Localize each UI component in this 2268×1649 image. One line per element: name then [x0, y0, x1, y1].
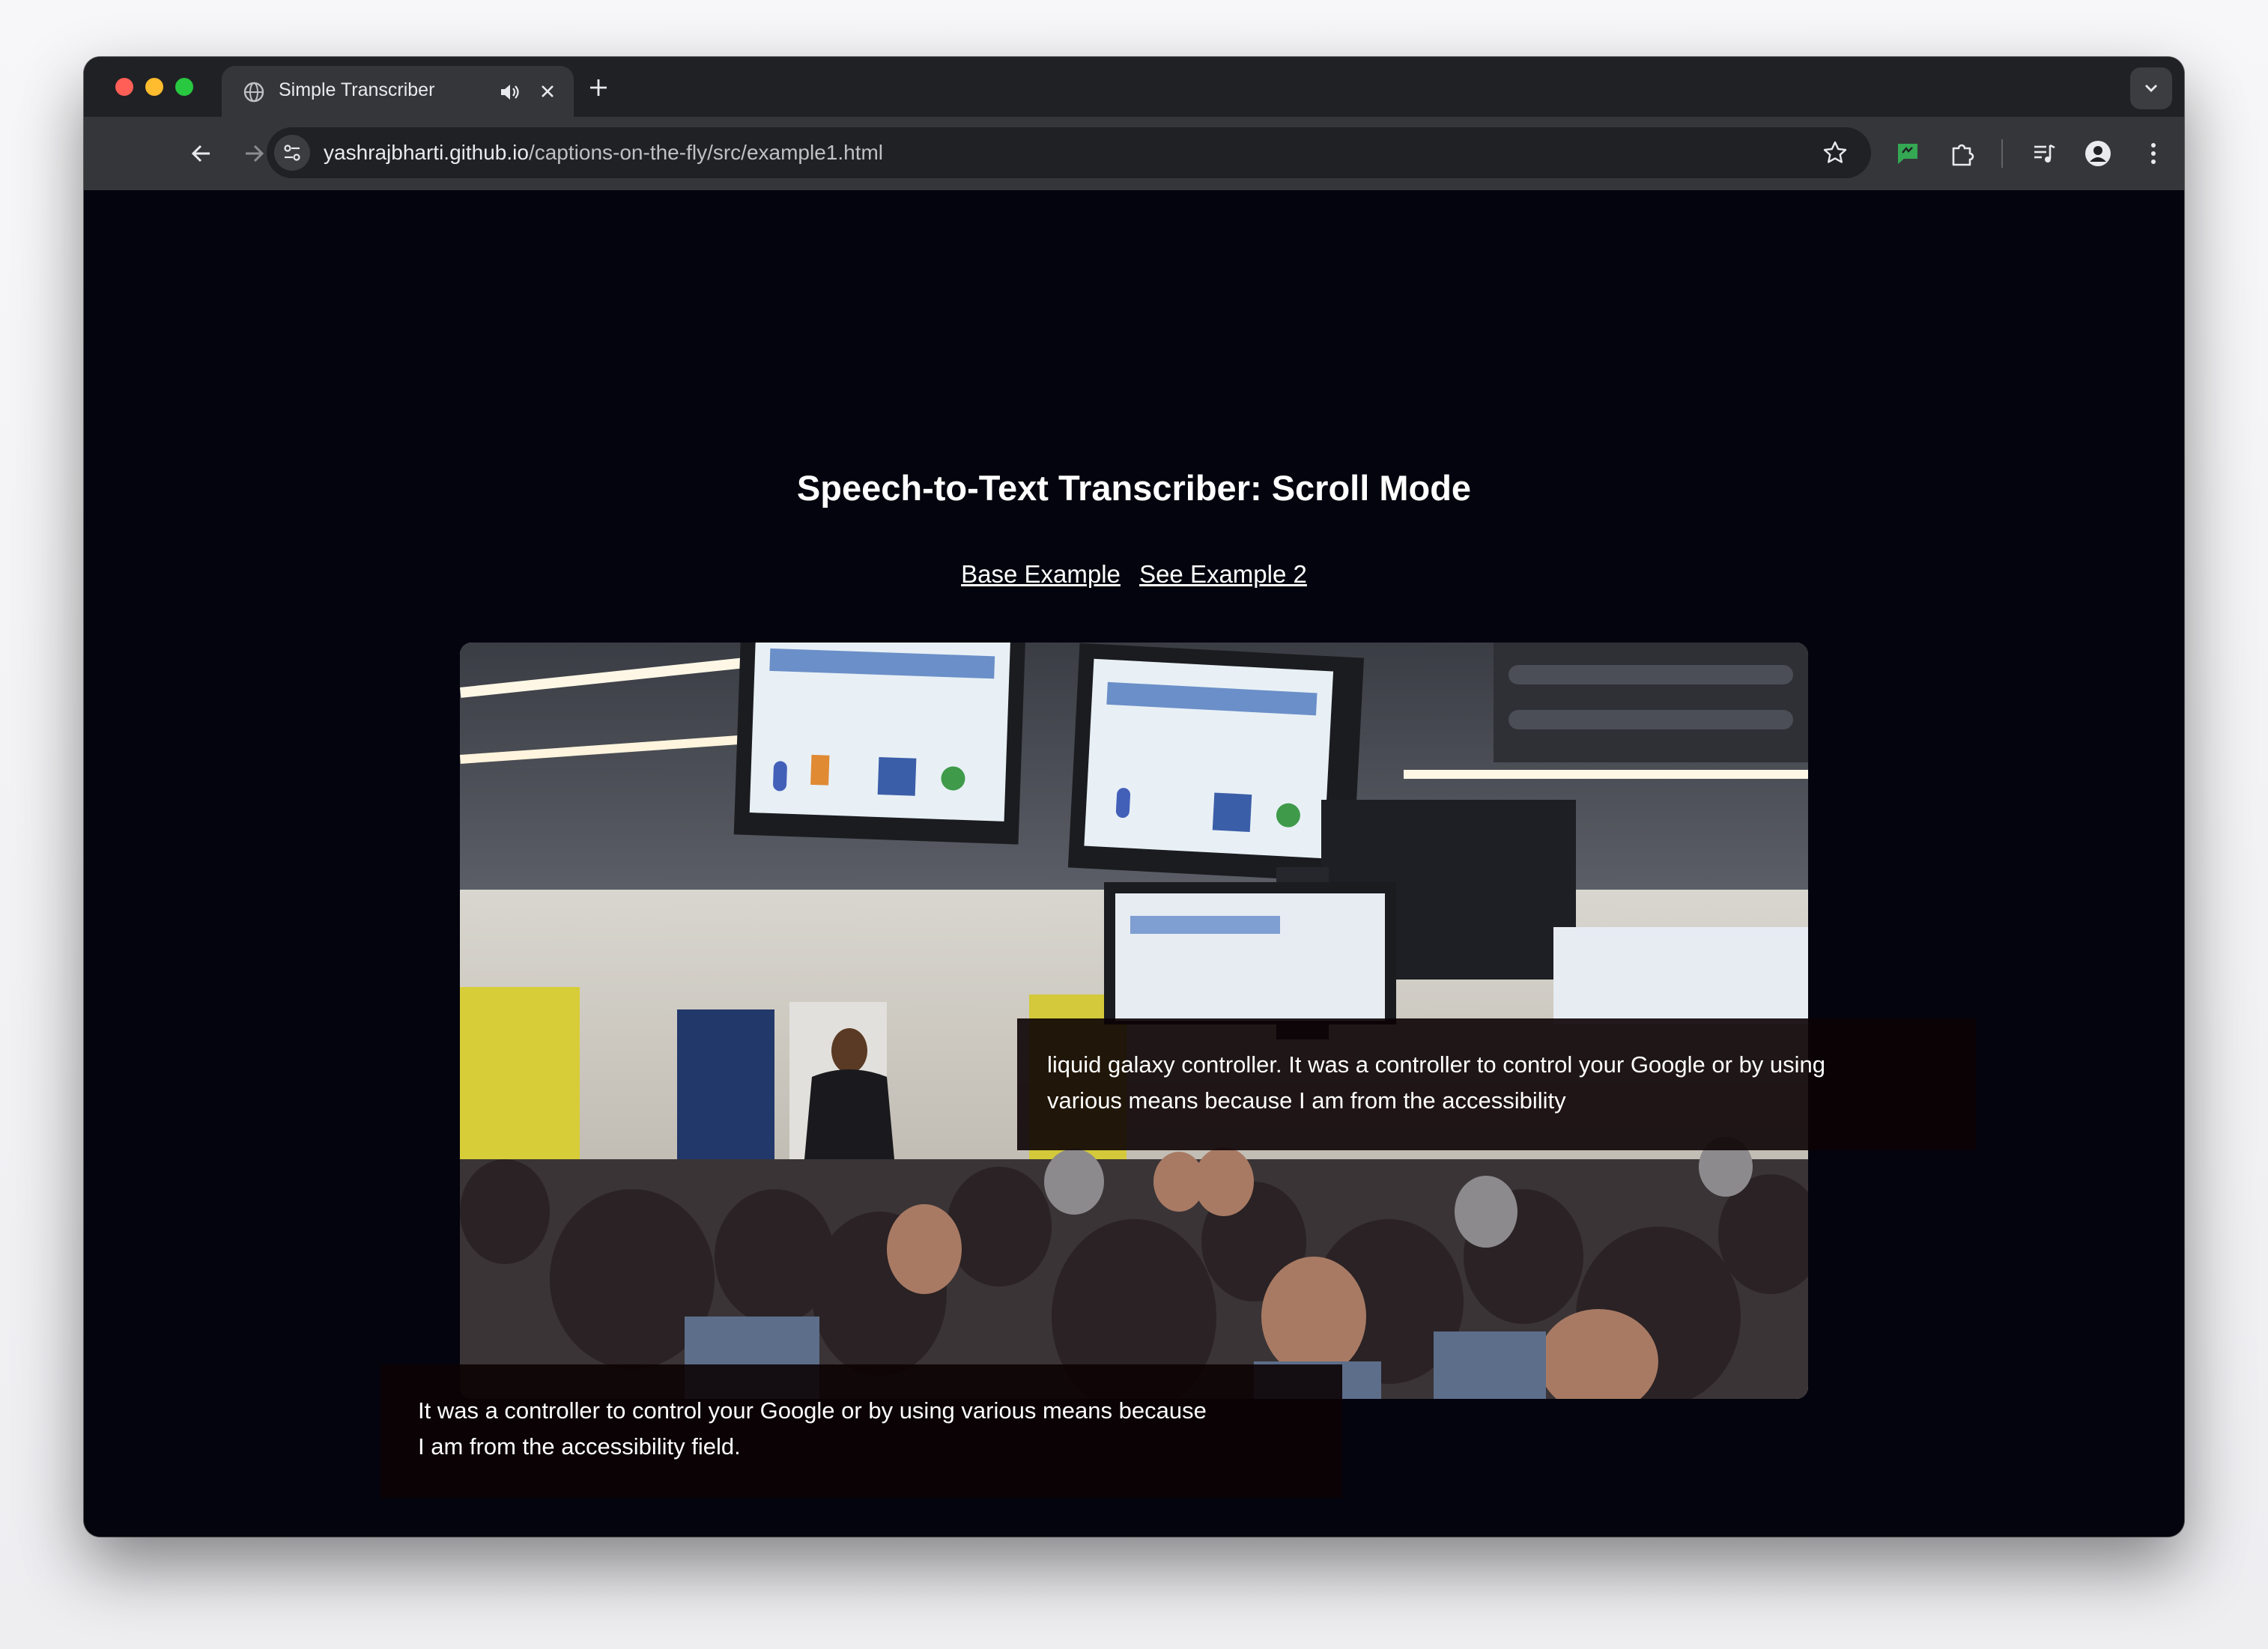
- feedback-icon[interactable]: [1893, 139, 1922, 168]
- browser-window: Simple Transcriber yashrajbharti.github.…: [84, 57, 2184, 1537]
- url-path: /captions-on-the-fly/src/example1.html: [528, 141, 884, 164]
- person-icon[interactable]: [2084, 139, 2112, 168]
- caption-line: I am from the accessibility field.: [418, 1433, 741, 1460]
- caption-box-upper: liquid galaxy controller. It was a contr…: [1017, 1018, 1976, 1150]
- browser-toolbar: yashrajbharti.github.io/captions-on-the-…: [84, 117, 2184, 191]
- media-queue-icon[interactable]: [2030, 139, 2058, 168]
- arrow-right-icon[interactable]: [240, 139, 268, 168]
- url-host: yashrajbharti.github.io: [324, 141, 529, 164]
- base-example-link[interactable]: Base Example: [961, 560, 1121, 588]
- tab-simple-transcriber[interactable]: Simple Transcriber: [222, 66, 574, 117]
- speaker-icon[interactable]: [497, 81, 520, 103]
- minimize-window-button[interactable]: [145, 78, 163, 96]
- page-viewport: Speech-to-Text Transcriber: Scroll Mode …: [84, 190, 2184, 1537]
- plus-icon[interactable]: [586, 75, 611, 100]
- tab-search-button[interactable]: [2130, 67, 2172, 109]
- caption-box-lower: It was a controller to control your Goog…: [380, 1364, 1342, 1498]
- site-info-button[interactable]: [274, 135, 310, 171]
- chevron-down-icon: [2145, 85, 2157, 92]
- toolbar-separator: [2001, 139, 2003, 168]
- example-links: Base Example See Example 2: [84, 560, 2184, 589]
- see-example-2-link[interactable]: See Example 2: [1139, 560, 1307, 588]
- globe-icon: [243, 82, 264, 103]
- address-bar[interactable]: yashrajbharti.github.io/captions-on-the-…: [267, 127, 1871, 178]
- maximize-window-button[interactable]: [175, 78, 193, 96]
- caption-line: It was a controller to control your Goog…: [418, 1397, 1207, 1424]
- page-title: Speech-to-Text Transcriber: Scroll Mode: [796, 468, 1472, 508]
- kebab-menu-icon[interactable]: [2139, 139, 2168, 168]
- close-window-button[interactable]: [115, 78, 133, 96]
- tab-strip: Simple Transcriber: [84, 57, 2184, 117]
- tune-icon: [284, 145, 300, 161]
- puzzle-icon[interactable]: [1947, 139, 1976, 168]
- url-text: yashrajbharti.github.io/captions-on-the-…: [324, 141, 883, 165]
- star-icon[interactable]: [1822, 139, 1849, 166]
- arrow-left-icon[interactable]: [187, 139, 216, 168]
- caption-line: liquid galaxy controller. It was a contr…: [1047, 1051, 1826, 1078]
- tab-title: Simple Transcriber: [279, 79, 435, 100]
- caption-line: various means because I am from the acce…: [1047, 1087, 1566, 1114]
- close-icon[interactable]: [536, 80, 559, 103]
